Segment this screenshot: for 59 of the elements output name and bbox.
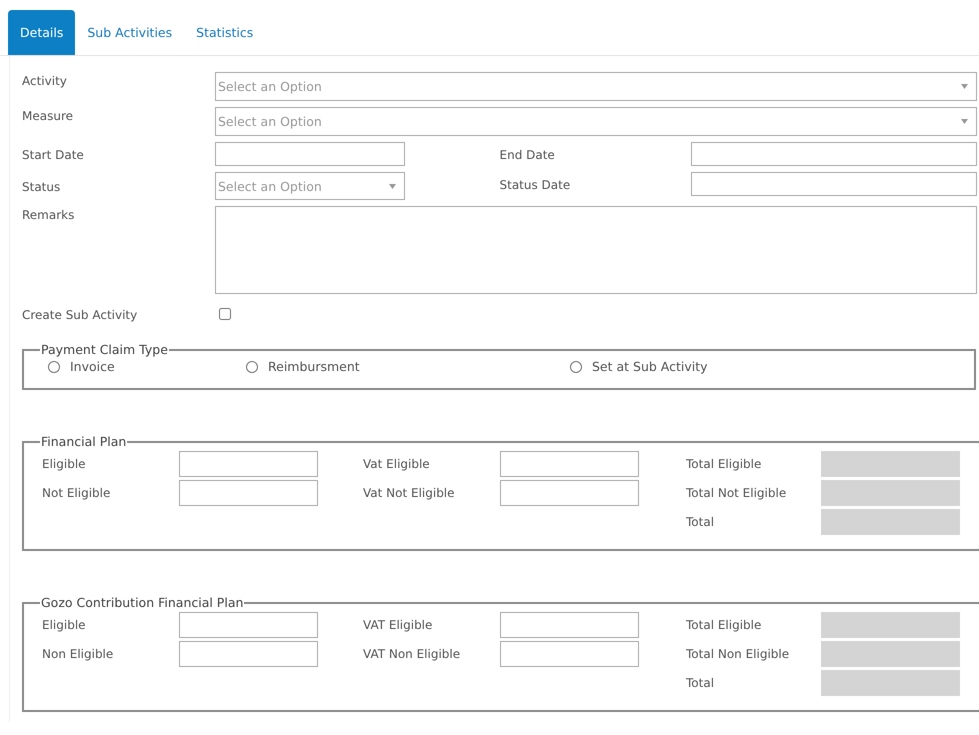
tab[interactable]: Details	[8, 10, 76, 55]
field-label: Total	[686, 676, 716, 690]
input-field[interactable]	[690, 142, 977, 166]
field-label: Status Date	[500, 177, 572, 192]
field-label: Eligible	[42, 618, 87, 632]
radio-button[interactable]	[246, 360, 258, 372]
input-field[interactable]	[500, 641, 639, 667]
tab[interactable]: Sub Activities	[75, 10, 184, 55]
field-label: Vat Not Eligible	[363, 486, 456, 500]
group-legend: Payment Claim Type	[40, 342, 169, 357]
field-label: Not Eligible	[42, 486, 112, 500]
field-label: Activity	[22, 73, 68, 88]
select-field[interactable]: Select an Option	[215, 172, 404, 200]
input-field[interactable]	[690, 172, 977, 196]
field-label: Status	[22, 179, 62, 194]
field-label: Total Not Eligible	[686, 486, 788, 500]
input-field[interactable]	[179, 451, 318, 477]
field-label: End Date	[500, 147, 556, 162]
radio-button[interactable]	[48, 360, 60, 372]
caret-icon	[961, 119, 968, 124]
tab[interactable]: Statistics	[184, 10, 266, 55]
field-label: Total Non Eligible	[686, 647, 790, 661]
field-label: Vat Eligible	[363, 457, 431, 471]
readonly-field[interactable]	[821, 509, 960, 535]
radio-label: Invoice	[70, 359, 115, 374]
field-label: VAT Non Eligible	[363, 647, 462, 661]
field-label: Total	[686, 515, 716, 529]
radio-label: Reimbursment	[268, 359, 360, 374]
readonly-field[interactable]	[821, 612, 960, 638]
field-label: Total Eligible	[686, 618, 762, 632]
field-label: Eligible	[42, 457, 87, 471]
input-field[interactable]	[500, 451, 639, 477]
field-label: Measure	[22, 108, 74, 123]
radio-label: Set at Sub Activity	[592, 359, 708, 374]
select-field[interactable]: Select an Option	[215, 107, 977, 136]
group-legend: Gozo Contribution Financial Plan	[40, 595, 244, 610]
input-field[interactable]	[500, 612, 639, 638]
input-field[interactable]	[500, 480, 639, 506]
field-label: Start Date	[22, 147, 85, 162]
field-label: Non Eligible	[42, 647, 114, 661]
checkbox[interactable]	[219, 308, 231, 320]
radio-button[interactable]	[570, 360, 582, 372]
field-label: Remarks	[22, 207, 76, 222]
readonly-field[interactable]	[821, 451, 960, 477]
input-field[interactable]	[179, 641, 318, 667]
remarks-field[interactable]	[215, 206, 977, 294]
input-field[interactable]	[215, 142, 404, 166]
field-label: Total Eligible	[686, 457, 762, 471]
select-field[interactable]: Select an Option	[215, 72, 977, 101]
readonly-field[interactable]	[821, 670, 960, 696]
field-label: VAT Eligible	[363, 618, 434, 632]
readonly-field[interactable]	[821, 641, 960, 667]
caret-icon	[961, 84, 968, 89]
input-field[interactable]	[179, 612, 318, 638]
field-label: Create Sub Activity	[22, 307, 138, 322]
readonly-field[interactable]	[821, 480, 960, 506]
caret-icon	[388, 184, 396, 188]
group-legend: Financial Plan	[40, 434, 128, 449]
input-field[interactable]	[179, 480, 318, 506]
